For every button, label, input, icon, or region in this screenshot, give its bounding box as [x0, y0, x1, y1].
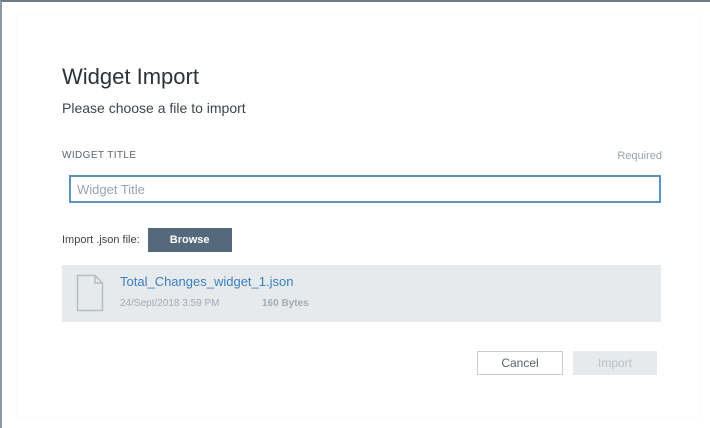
- file-size: 160 Bytes: [262, 298, 309, 309]
- widget-import-dialog: Widget Import Please choose a file to im…: [18, 16, 698, 416]
- file-icon: [76, 274, 104, 312]
- dialog-subtitle: Please choose a file to import: [62, 100, 246, 116]
- file-date: 24/Sept/2018 3:59 PM: [120, 298, 220, 309]
- browse-button[interactable]: Browse: [147, 228, 232, 252]
- import-file-label: Import .json file:: [62, 234, 140, 246]
- widget-title-input[interactable]: [69, 175, 661, 203]
- selected-file-card: Total_Changes_widget_1.json 24/Sept/2018…: [62, 265, 661, 322]
- required-indicator: Required: [617, 150, 662, 162]
- file-name-link[interactable]: Total_Changes_widget_1.json: [120, 274, 293, 289]
- window-frame: Widget Import Please choose a file to im…: [0, 0, 710, 428]
- widget-title-label: WIDGET TITLE: [62, 150, 137, 161]
- dialog-title: Widget Import: [62, 64, 199, 89]
- import-button[interactable]: Import: [573, 351, 657, 375]
- cancel-button[interactable]: Cancel: [477, 351, 563, 375]
- import-file-row: Import .json file: Browse: [62, 228, 232, 252]
